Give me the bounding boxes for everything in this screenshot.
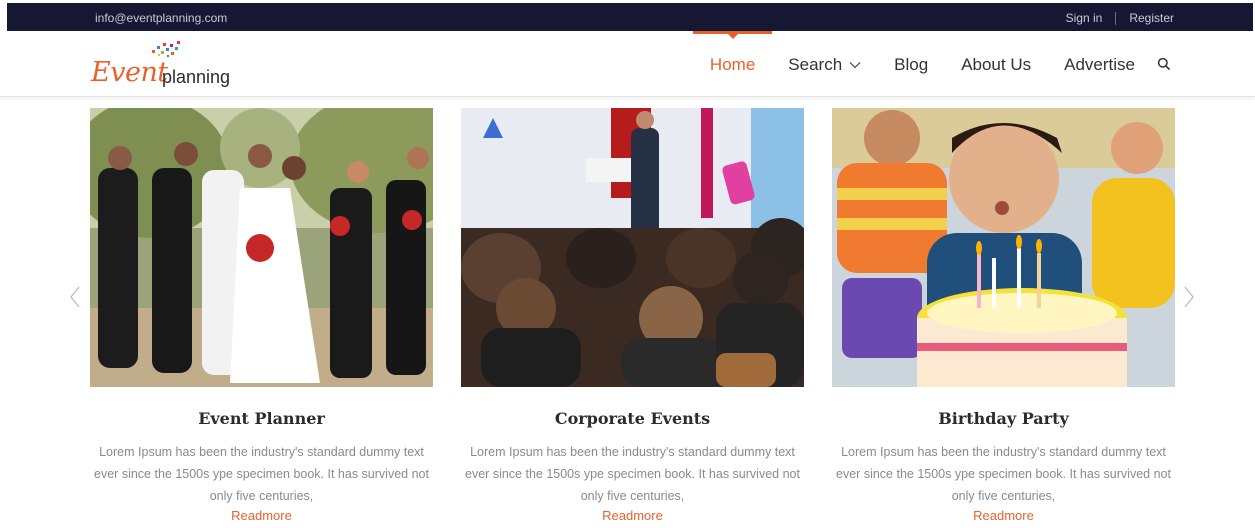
- card-description: Lorem Ipsum has been the industry's stan…: [836, 445, 1171, 503]
- nav-blog-label: Blog: [894, 55, 929, 74]
- chevron-right-icon[interactable]: [1182, 285, 1196, 309]
- nav-search-dropdown[interactable]: Search: [788, 31, 861, 97]
- search-icon[interactable]: [1157, 57, 1171, 71]
- readmore-link[interactable]: Readmore: [832, 508, 1175, 523]
- card-title: Event Planner: [198, 409, 325, 428]
- nav-blog[interactable]: Blog: [894, 31, 928, 97]
- event-card: Corporate Events Lorem Ipsum has been th…: [461, 108, 804, 523]
- main-nav: Home Search Blog About Us Advertise: [677, 31, 1171, 97]
- event-card: Birthday Party Lorem Ipsum has been the …: [832, 108, 1175, 523]
- top-bar: info@eventplanning.com Sign in Register: [7, 3, 1253, 31]
- readmore-link[interactable]: Readmore: [90, 508, 433, 523]
- nav-advertise-label: Advertise: [1064, 55, 1135, 74]
- sign-in-link[interactable]: Sign in: [1066, 11, 1103, 25]
- card-title: Birthday Party: [938, 409, 1069, 428]
- contact-email-link[interactable]: info@eventplanning.com: [95, 11, 227, 25]
- account-links: Sign in Register: [1066, 11, 1174, 25]
- logo-event-text: Event: [91, 57, 168, 88]
- card-description: Lorem Ipsum has been the industry's stan…: [465, 445, 800, 503]
- card-description: Lorem Ipsum has been the industry's stan…: [94, 445, 429, 503]
- nav-search-label: Search: [788, 55, 843, 74]
- chevron-down-icon: [849, 62, 861, 69]
- chevron-left-icon[interactable]: [68, 285, 82, 309]
- nav-advertise[interactable]: Advertise: [1064, 31, 1135, 97]
- conference-audience-photo[interactable]: [461, 108, 804, 387]
- main-header: Event planning Home Search Blog About Us…: [0, 31, 1255, 97]
- logo-planning-text: planning: [162, 67, 231, 87]
- nav-home-label: Home: [709, 55, 756, 74]
- divider: [1115, 11, 1117, 25]
- nav-about-us-label: About Us: [961, 55, 1032, 74]
- event-card: Event Planner Lorem Ipsum has been the i…: [90, 108, 433, 523]
- card-title: Corporate Events: [554, 409, 711, 428]
- site-logo[interactable]: Event planning: [90, 39, 250, 89]
- register-link[interactable]: Register: [1129, 11, 1174, 25]
- wedding-party-photo[interactable]: [90, 108, 433, 387]
- birthday-cake-photo[interactable]: [832, 108, 1175, 387]
- readmore-link[interactable]: Readmore: [461, 508, 804, 523]
- nav-about-us[interactable]: About Us: [961, 31, 1031, 97]
- nav-home[interactable]: Home: [692, 31, 773, 97]
